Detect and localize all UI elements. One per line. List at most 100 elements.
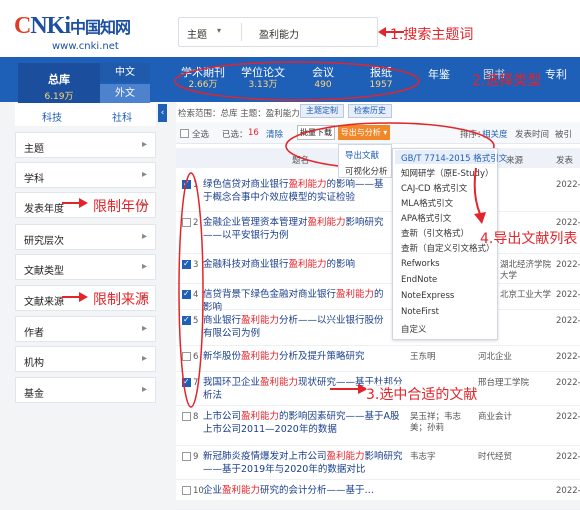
facet-label: 机构 (24, 358, 44, 369)
annotation-select-type: 2.选择类型 (472, 73, 542, 89)
subtab-sci[interactable]: 科技 (42, 109, 62, 124)
search-box[interactable]: 主题 ▾ 盈利能力 (178, 17, 378, 47)
arrow-annotation-year (62, 198, 88, 208)
annotation-select-doc: 3.选中合适的文献 (366, 384, 478, 404)
row-title-link[interactable]: 新华股份盈利能力分析及提升策略研究 (203, 350, 408, 363)
menu-item-chaxin[interactable]: 查新（引文格式） (401, 227, 469, 239)
clear-button[interactable]: 清除 (266, 128, 283, 140)
tab-chinese[interactable]: 中文 (100, 63, 150, 82)
menu-visual-analysis[interactable]: 可视化分析 (345, 165, 388, 177)
row-source[interactable]: 河北企业 (478, 352, 540, 363)
keyword-highlight: 盈利能力 (326, 451, 365, 462)
row-date: 2022- (556, 486, 580, 496)
row-date: 2022- (556, 316, 580, 326)
chevron-down-icon: ▾ (217, 26, 222, 35)
menu-item-noteexpress[interactable]: NoteExpress (401, 291, 454, 301)
sort-time[interactable]: 发表时间 (515, 128, 549, 140)
arrow-annotation-source (62, 292, 88, 302)
keyword-highlight: 盈利能力 (260, 377, 299, 388)
facet-label: 学科 (24, 174, 44, 185)
row-date: 2022- (556, 452, 580, 462)
menu-item-custom[interactable]: 自定义 (401, 323, 427, 335)
col-date: 发表 (556, 156, 574, 166)
menu-item-cajcd[interactable]: CAJ-CD 格式引文 (401, 182, 467, 194)
row-source[interactable]: 商业会计 (478, 412, 540, 423)
keyword-highlight: 盈利能力 (241, 315, 280, 326)
sort-cited[interactable]: 被引 (555, 128, 572, 140)
row-source[interactable]: 邢台理工学院 (478, 378, 540, 389)
row-date: 2022- (556, 378, 580, 388)
expand-icon: ▸ (141, 231, 147, 242)
row-source[interactable]: 北京工业大学 (500, 290, 556, 301)
search-history-button[interactable]: 检索历史 (348, 104, 392, 118)
cnki-logo[interactable]: CNKi中国知网 www.cnki.net (14, 14, 164, 52)
tab-all-label: 总库 (48, 73, 70, 86)
row-author[interactable]: 王东明 (410, 352, 472, 363)
expand-icon: ▸ (141, 384, 147, 395)
expand-icon: ▸ (141, 323, 147, 334)
select-all-label: 全选 (192, 130, 210, 140)
facet-doc-type[interactable]: 文献类型 ▸ (15, 254, 156, 280)
annotation-search-keyword: 1.搜索主题词 (390, 27, 474, 43)
tab-yearbook[interactable]: 年鉴 (424, 68, 454, 81)
menu-item-notefirst[interactable]: NoteFirst (401, 307, 439, 317)
row-title-link[interactable]: 上市公司盈利能力的影响因素研究——基于A股上市公司2011—2020年的数据 (203, 410, 408, 436)
facet-author[interactable]: 作者 ▸ (15, 316, 156, 342)
selected-label: 已选： (222, 130, 248, 140)
expand-icon: ▸ (141, 169, 147, 180)
menu-item-mla[interactable]: MLA格式引文 (401, 197, 453, 209)
collapse-sidebar-icon[interactable]: ‹ (158, 104, 167, 122)
row-title-link[interactable]: 绿色信贷对商业银行盈利能力的影响——基于概念合事中介效应模型的实证检验 (203, 178, 393, 204)
tab-all-count: 6.19万 (44, 92, 74, 102)
row-date: 2022- (556, 180, 580, 190)
expand-icon: ▸ (141, 139, 147, 150)
row-title-link[interactable]: 金融科技对商业银行盈利能力的影响 (203, 258, 393, 271)
row-checkbox[interactable] (182, 412, 191, 421)
facet-fund[interactable]: 基金 ▸ (15, 377, 156, 403)
topic-custom-button[interactable]: 主题定制 (300, 104, 344, 118)
logo-url: www.cnki.net (52, 41, 119, 52)
search-scope-select[interactable]: 主题 (187, 26, 207, 41)
site-header: CNKi中国知网 www.cnki.net 主题 ▾ 盈利能力 1.搜索主题词 (0, 0, 580, 57)
row-source[interactable]: 时代经贸 (478, 452, 540, 463)
row-title-link[interactable]: 商业银行盈利能力分析——以兴业银行股份有限公司为例 (203, 314, 393, 340)
select-all-checkbox[interactable] (180, 129, 189, 138)
facet-topic[interactable]: 主题 ▸ (15, 132, 156, 158)
facet-label: 主题 (24, 144, 44, 155)
tab-foreign[interactable]: 外文 (100, 84, 150, 103)
facet-subject[interactable]: 学科 ▸ (15, 162, 156, 188)
subtab-social[interactable]: 社科 (112, 109, 132, 124)
expand-icon: ▸ (141, 353, 147, 364)
row-author[interactable]: 韦志字 (410, 452, 472, 463)
menu-item-refworks[interactable]: Refworks (401, 259, 440, 269)
facet-level[interactable]: 研究层次 ▸ (15, 224, 156, 250)
facet-label: 发表年度 (24, 204, 64, 215)
arrow-annotation-export (473, 168, 486, 224)
row-source[interactable]: 湖北经济学院大学 (500, 260, 556, 282)
row-title-link[interactable]: 新冠肺炎疫情爆发对上市公司盈利能力影响研究——基于2019年与2020年的数据对… (203, 450, 408, 476)
tab-patent[interactable]: 专利 (542, 68, 570, 81)
annotation-limit-source: 限制来源 (93, 292, 149, 308)
col-source: 来源 (506, 156, 524, 166)
row-checkbox[interactable] (182, 486, 191, 495)
facet-label: 基金 (24, 389, 44, 400)
highlight-ellipse-nav (174, 61, 420, 101)
row-number: 9 (193, 452, 199, 462)
row-title-link[interactable]: 企业盈利能力研究的会计分析——基于… (203, 484, 408, 497)
menu-item-gbt[interactable]: GB/T 7714-2015 格式引文 (401, 152, 507, 164)
facet-label: 研究层次 (24, 236, 64, 247)
menu-item-apa[interactable]: APA格式引文 (401, 212, 451, 224)
search-input[interactable]: 盈利能力 (259, 26, 299, 41)
divider (241, 23, 242, 41)
menu-export-docs[interactable]: 导出文献 (345, 149, 379, 161)
tab-all-db[interactable]: 总库 6.19万 (18, 63, 100, 103)
subject-subtabs: 科技 社科 (15, 103, 156, 126)
search-scope-text: 检索范围：总库 主题：盈利能力 (178, 109, 300, 119)
row-author[interactable]: 吴玉祥；韦志美；孙莉 (410, 412, 472, 434)
selected-count: 16 (248, 128, 259, 138)
expand-icon: ▸ (141, 261, 147, 272)
row-title-link[interactable]: 金融企业管理资本管理对盈利能力影响研究——以平安银行为例 (203, 216, 393, 242)
row-checkbox[interactable] (182, 452, 191, 461)
menu-item-endnote[interactable]: EndNote (401, 275, 437, 285)
facet-institution[interactable]: 机构 ▸ (15, 346, 156, 372)
